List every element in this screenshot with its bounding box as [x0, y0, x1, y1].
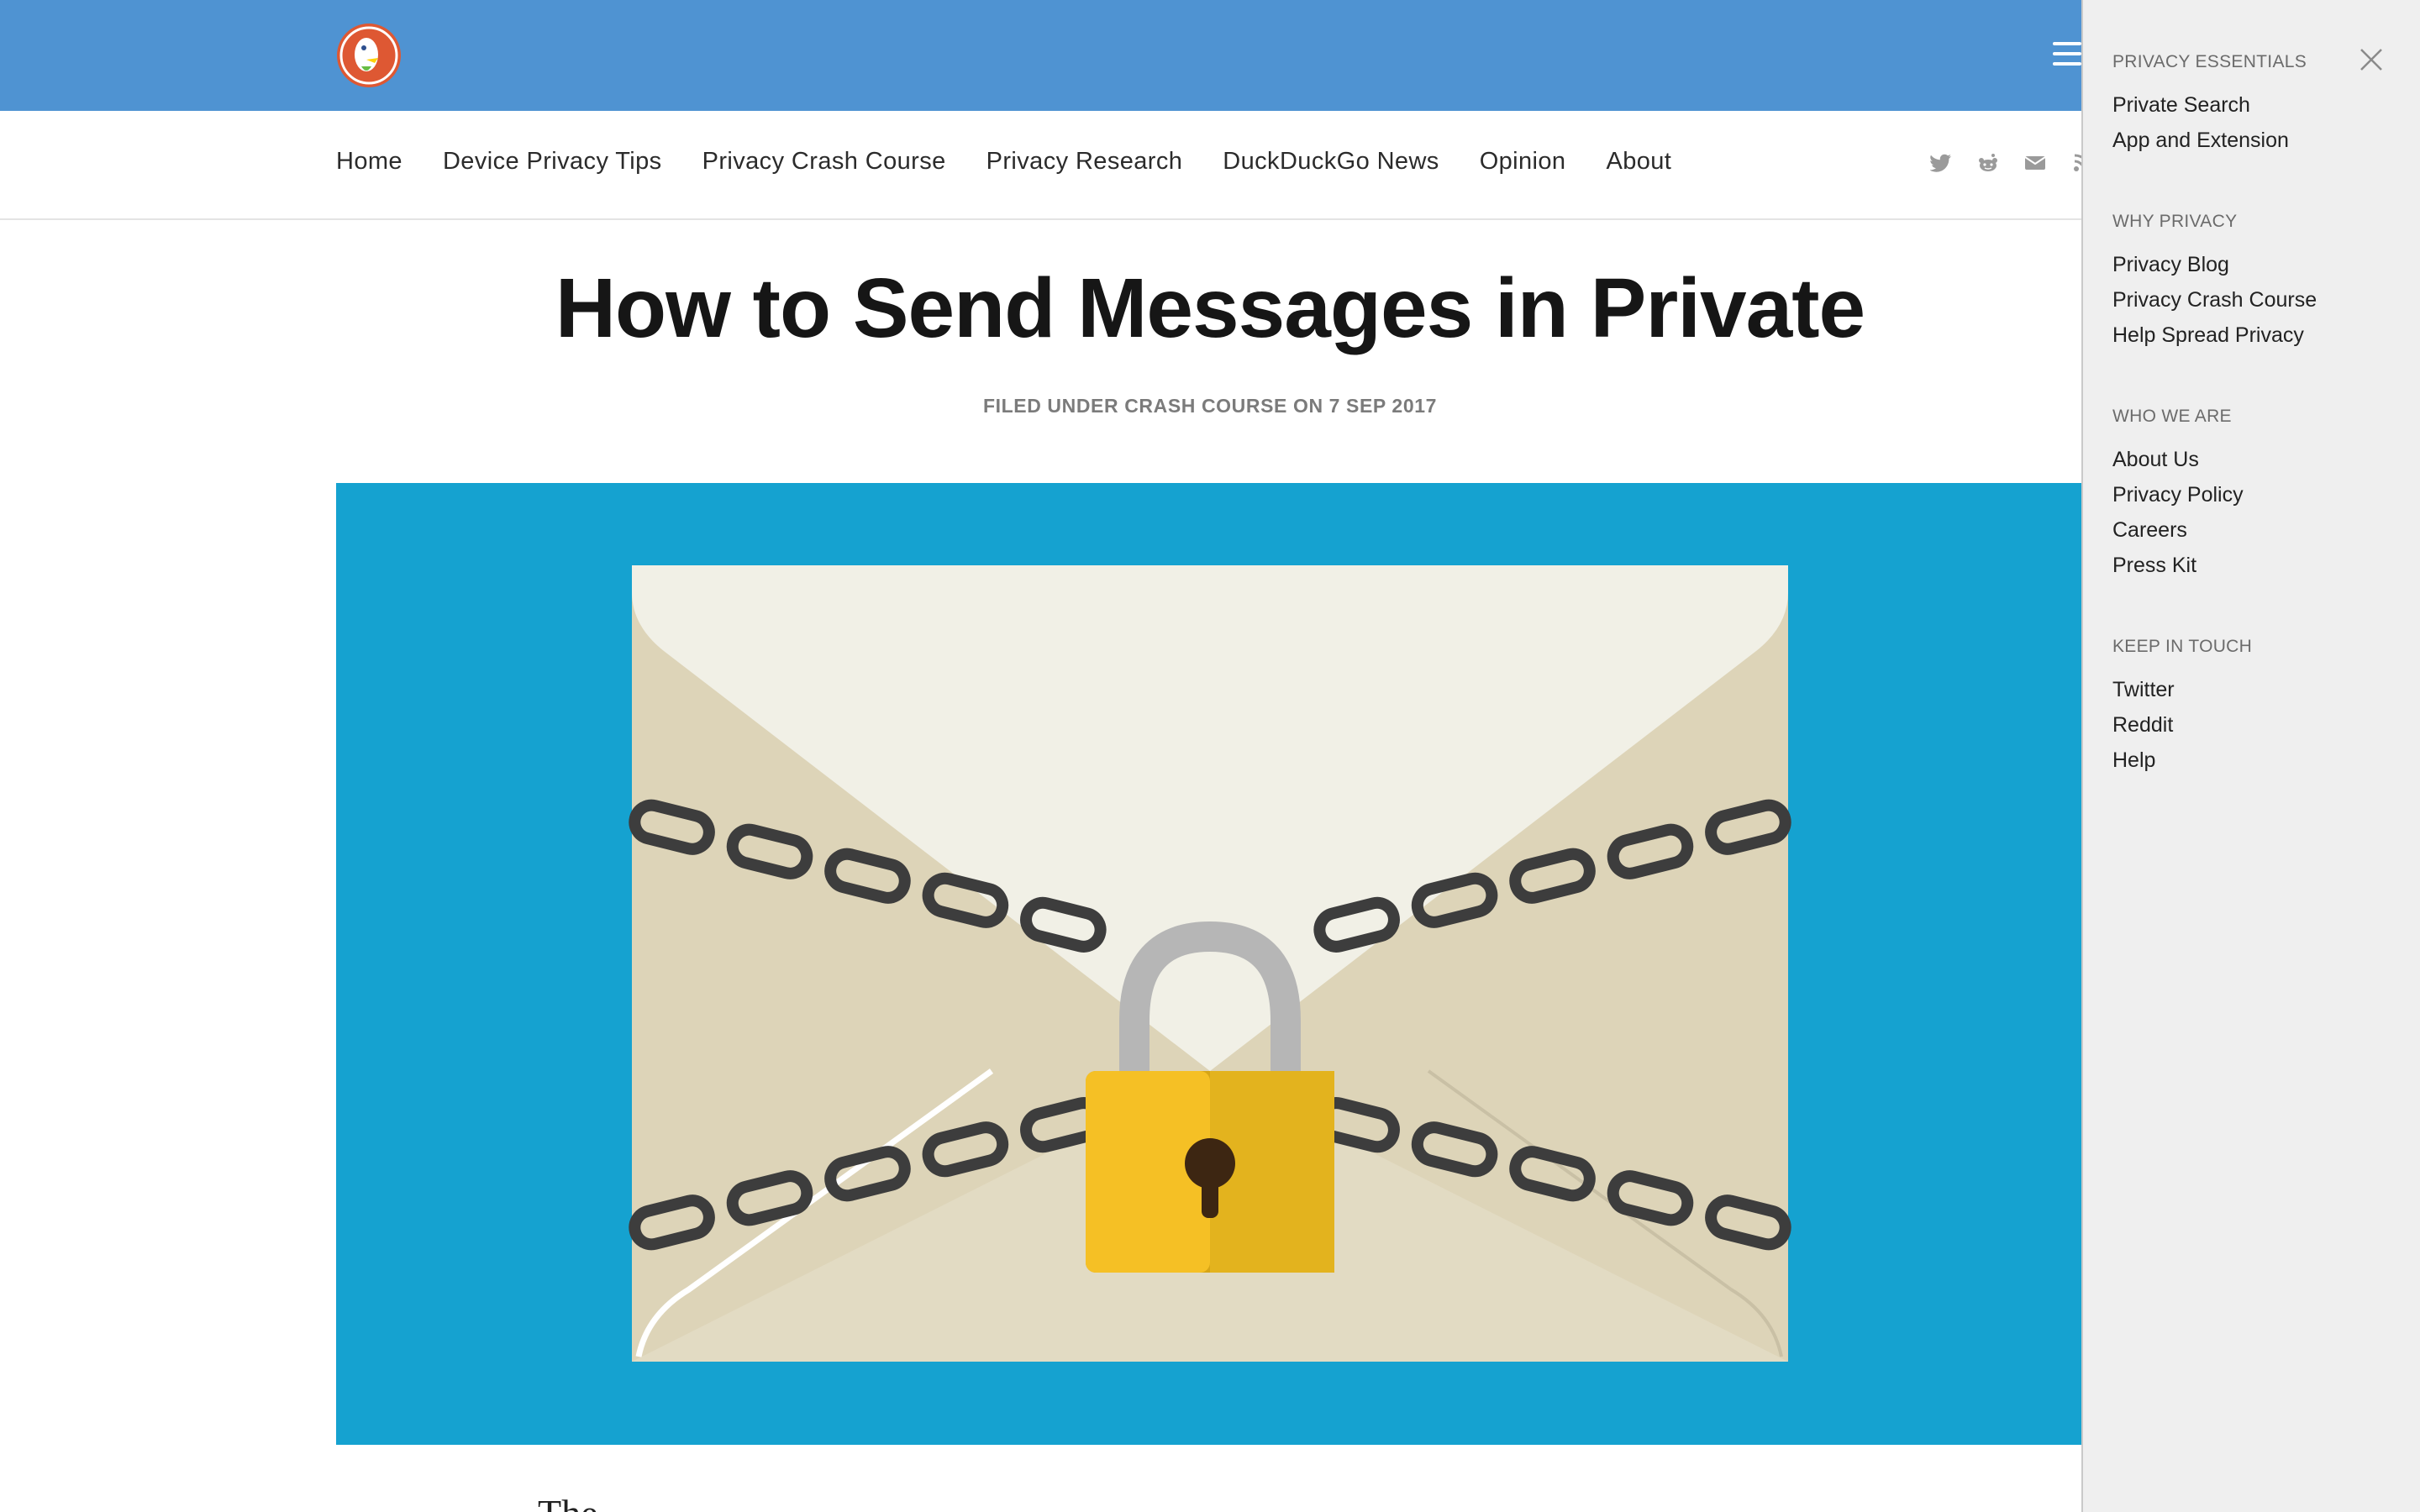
drawer-section-why-privacy: WHY PRIVACY Privacy Blog Privacy Crash C…: [2112, 212, 2317, 353]
nav-item-opinion[interactable]: Opinion: [1480, 148, 1566, 176]
drawer-link-privacy-crash-course[interactable]: Privacy Crash Course: [2112, 282, 2317, 318]
drawer-link-privacy-policy[interactable]: Privacy Policy: [2112, 477, 2244, 512]
email-icon[interactable]: [2023, 151, 2047, 175]
hamburger-menu-icon[interactable]: [2053, 42, 2081, 67]
drawer-link-twitter[interactable]: Twitter: [2112, 672, 2252, 707]
close-icon[interactable]: [2359, 47, 2384, 72]
drawer-link-privacy-blog[interactable]: Privacy Blog: [2112, 247, 2317, 282]
nav-item-privacy-crash-course[interactable]: Privacy Crash Course: [702, 148, 946, 176]
reddit-icon[interactable]: [1976, 151, 2000, 175]
drawer-link-press-kit[interactable]: Press Kit: [2112, 548, 2244, 583]
drawer-section-privacy-essentials: PRIVACY ESSENTIALS Private Search App an…: [2112, 52, 2307, 158]
drawer-heading: PRIVACY ESSENTIALS: [2112, 52, 2307, 71]
nav-item-about[interactable]: About: [1606, 148, 1671, 176]
article-meta: FILED UNDER CRASH COURSE ON 7 SEP 2017: [983, 395, 1437, 417]
nav-item-home[interactable]: Home: [336, 148, 402, 176]
nav-item-duckduckgo-news[interactable]: DuckDuckGo News: [1223, 148, 1439, 176]
drawer-link-app-and-extension[interactable]: App and Extension: [2112, 123, 2307, 158]
drawer-heading: WHY PRIVACY: [2112, 212, 2238, 231]
article-body-snippet: The...: [538, 1491, 627, 1512]
page: Home Device Privacy Tips Privacy Crash C…: [0, 0, 2420, 1512]
nav-item-device-privacy-tips[interactable]: Device Privacy Tips: [443, 148, 662, 176]
drawer-section-keep-in-touch: KEEP IN TOUCH Twitter Reddit Help: [2112, 637, 2252, 778]
article-title: How to Send Messages in Private: [555, 261, 1865, 355]
nav-item-privacy-research[interactable]: Privacy Research: [986, 148, 1183, 176]
drawer-link-help[interactable]: Help: [2112, 743, 2252, 778]
drawer-link-careers[interactable]: Careers: [2112, 512, 2244, 548]
drawer-heading: WHO WE ARE: [2112, 407, 2232, 426]
duckduckgo-logo[interactable]: [336, 23, 402, 88]
drawer-section-who-we-are: WHO WE ARE About Us Privacy Policy Caree…: [2112, 407, 2244, 583]
site-header: [0, 0, 2420, 111]
drawer-link-help-spread-privacy[interactable]: Help Spread Privacy: [2112, 318, 2317, 353]
drawer-link-about-us[interactable]: About Us: [2112, 442, 2244, 477]
drawer-heading: KEEP IN TOUCH: [2112, 637, 2253, 656]
main-nav: Home Device Privacy Tips Privacy Crash C…: [0, 111, 2420, 220]
drawer-link-reddit[interactable]: Reddit: [2112, 707, 2252, 743]
hero-image-envelope-lock: [336, 483, 2084, 1445]
twitter-icon[interactable]: [1929, 151, 1953, 175]
drawer-link-private-search[interactable]: Private Search: [2112, 87, 2307, 123]
